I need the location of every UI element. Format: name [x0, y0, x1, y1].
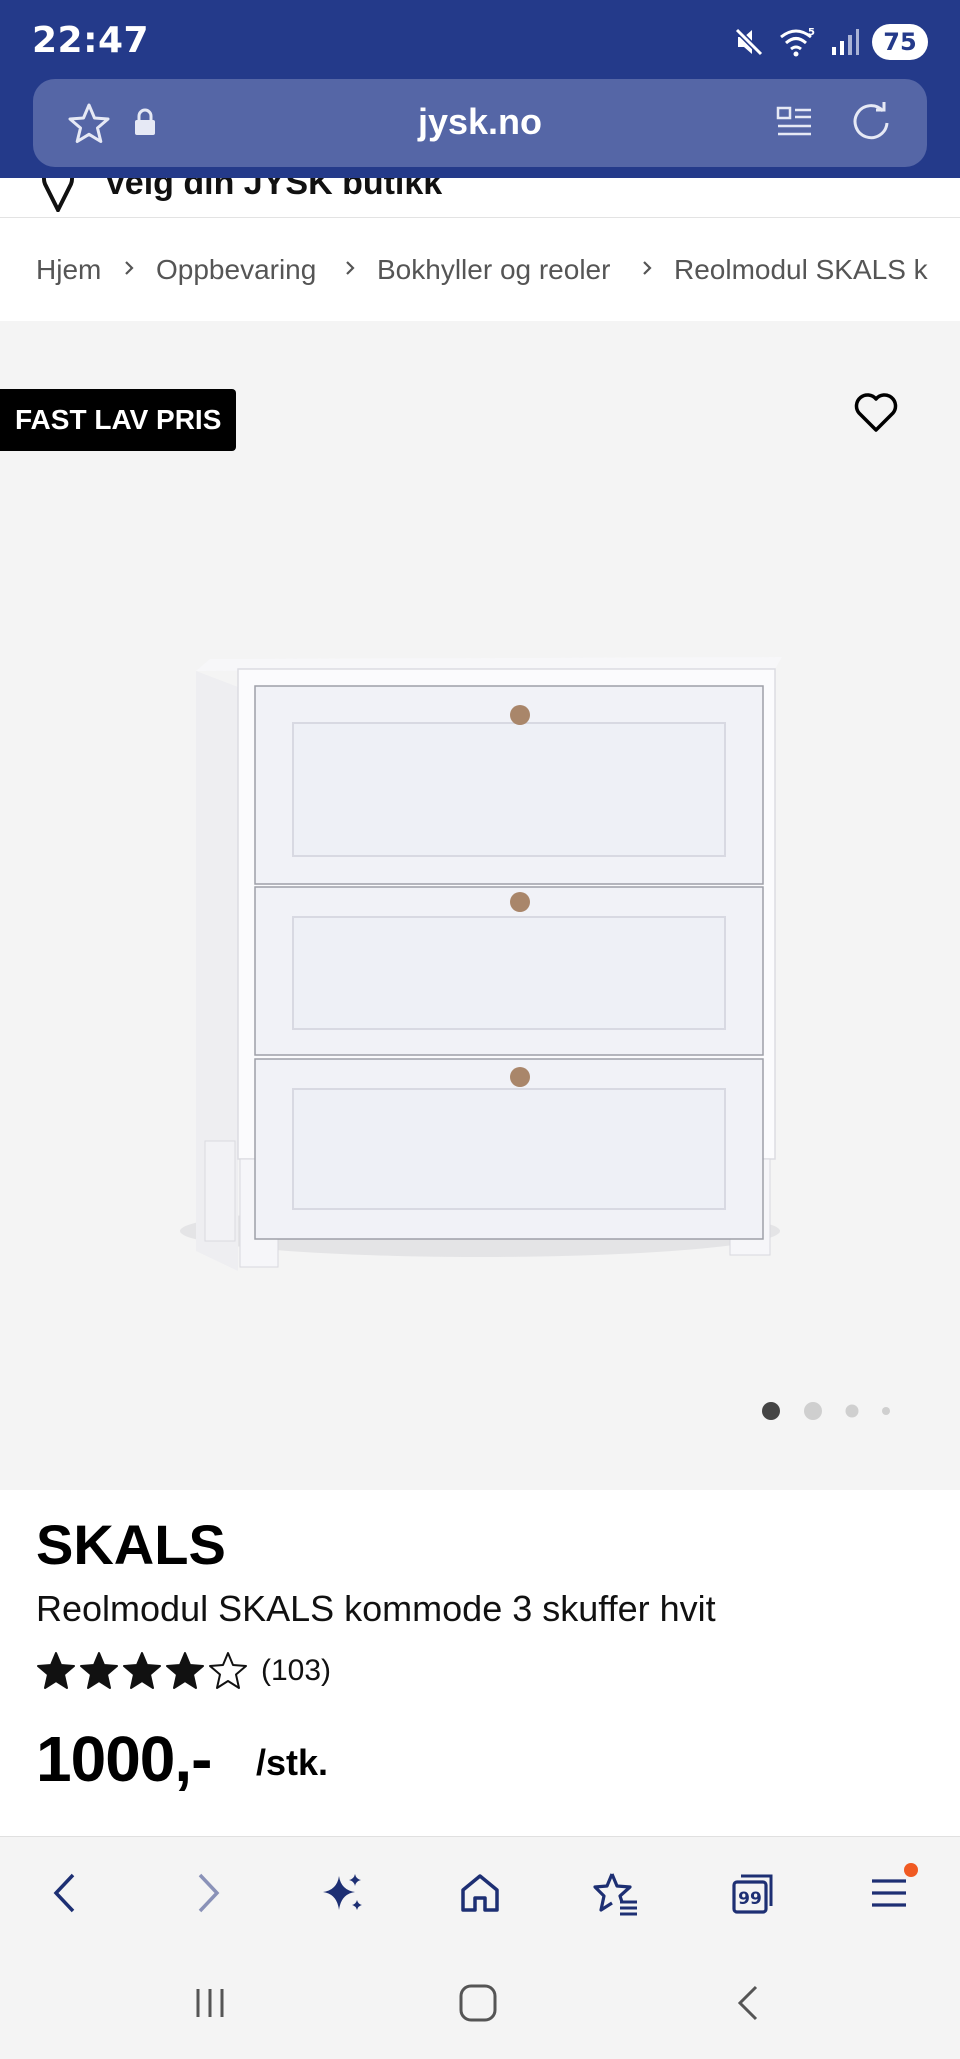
status-icons: 5 75	[732, 22, 928, 62]
pagination-dot	[845, 1404, 859, 1418]
star-filled-icon	[37, 1652, 75, 1689]
mute-icon	[732, 25, 766, 59]
tabs-count: 99	[738, 1889, 762, 1909]
reader-mode-icon[interactable]	[775, 103, 815, 148]
reload-icon[interactable]	[848, 99, 894, 150]
breadcrumb-link-bookshelves[interactable]: Bokhyller og reoler	[377, 254, 610, 286]
back-icon[interactable]	[36, 1863, 96, 1923]
pagination-dot	[882, 1407, 890, 1415]
location-pin-icon	[40, 178, 76, 217]
product-rating[interactable]: (103)	[36, 1650, 331, 1692]
drawer	[254, 685, 764, 885]
store-selector-label[interactable]: Velg din JYSK butikk	[104, 178, 442, 203]
star-filled-icon	[123, 1652, 161, 1689]
wifi-icon: 5	[778, 25, 818, 59]
product-price: 1000,-	[36, 1723, 212, 1795]
product-name: Reolmodul SKALS kommode 3 skuffer hvit	[36, 1588, 716, 1629]
review-count[interactable]: (103)	[261, 1654, 331, 1688]
battery-indicator: 75	[872, 24, 928, 60]
star-filled-icon	[80, 1652, 118, 1689]
drawer	[254, 1058, 764, 1240]
star-empty-icon	[209, 1652, 247, 1689]
tabs-icon[interactable]: 99	[723, 1863, 783, 1923]
bookmarks-icon[interactable]	[586, 1863, 646, 1923]
svg-text:5: 5	[808, 27, 815, 38]
breadcrumb-link-home[interactable]: Hjem	[36, 254, 101, 286]
drawer	[254, 886, 764, 1056]
browser-toolbar: 99	[0, 1836, 960, 1948]
product-brand: SKALS	[36, 1513, 226, 1576]
pagination-dot	[804, 1402, 822, 1420]
gallery-pagination[interactable]	[760, 1401, 900, 1421]
heart-icon[interactable]	[852, 389, 900, 437]
notification-dot	[904, 1863, 918, 1877]
product-info: SKALS Reolmodul SKALS kommode 3 skuffer …	[0, 1490, 960, 1836]
price-unit: /stk.	[256, 1742, 329, 1783]
status-bar: 22:47 5 75	[0, 0, 960, 78]
chevron-right-icon	[638, 257, 656, 284]
recent-apps-icon[interactable]	[180, 1978, 240, 2028]
forward-icon[interactable]	[177, 1863, 237, 1923]
rating-stars	[36, 1651, 251, 1691]
home-icon[interactable]	[450, 1863, 510, 1923]
signal-icon	[830, 27, 860, 57]
browser-chrome: 22:47 5 75 jysk.no	[0, 0, 960, 178]
star-filled-icon	[166, 1652, 204, 1689]
system-navbar	[0, 1948, 960, 2059]
home-nav-icon[interactable]	[448, 1978, 508, 2028]
breadcrumb: Hjem Oppbevaring Bokhyller og reoler Reo…	[0, 219, 960, 321]
store-selector[interactable]: Velg din JYSK butikk	[0, 178, 960, 218]
url-bar[interactable]: jysk.no	[33, 79, 927, 167]
product-image[interactable]	[150, 551, 790, 1281]
menu-icon[interactable]	[860, 1863, 920, 1923]
chevron-right-icon	[341, 257, 359, 284]
breadcrumb-current: Reolmodul SKALS k	[674, 254, 928, 285]
ai-sparkle-icon[interactable]	[312, 1863, 372, 1923]
breadcrumb-link-storage[interactable]: Oppbevaring	[156, 254, 316, 286]
chevron-right-icon	[120, 257, 138, 284]
price-badge: FAST LAV PRIS	[0, 389, 237, 451]
pagination-dot-active	[762, 1402, 780, 1420]
back-nav-icon[interactable]	[718, 1978, 778, 2028]
product-gallery[interactable]: FAST LAV PRIS	[0, 321, 960, 1490]
status-time: 22:47	[32, 20, 150, 61]
